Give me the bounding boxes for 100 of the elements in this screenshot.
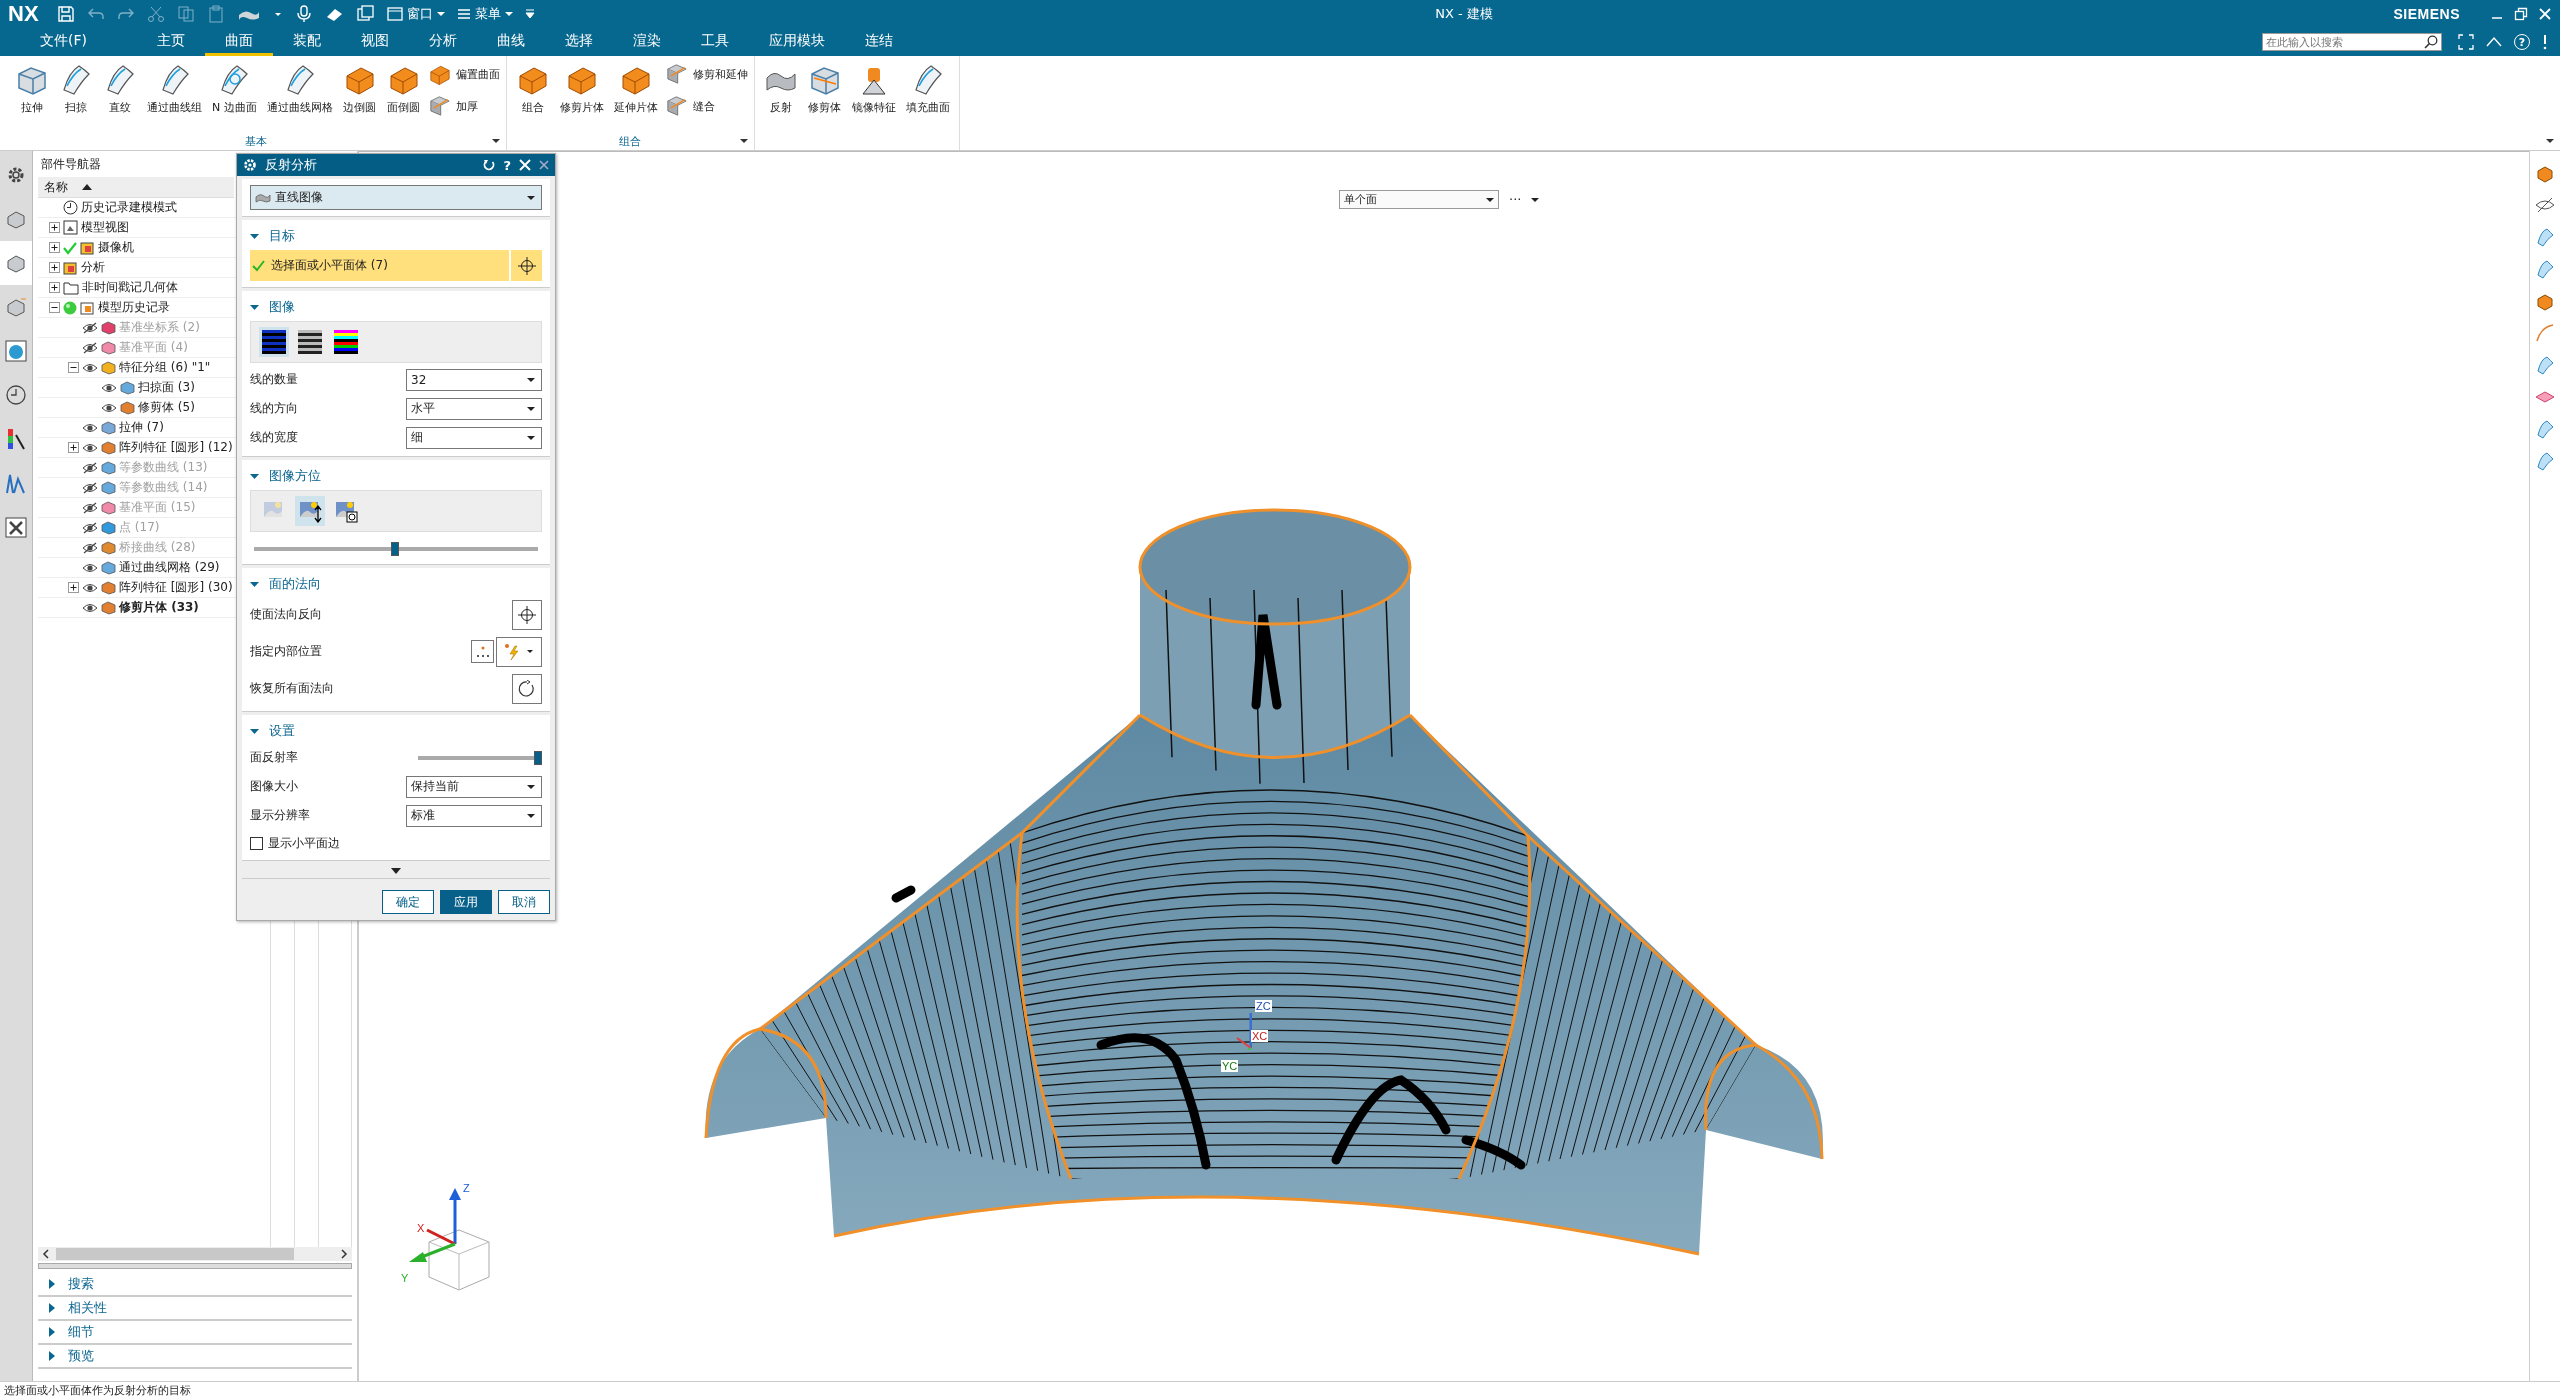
more-button[interactable]: ··· [1509,192,1522,207]
ribbon-button[interactable]: 缝合 [664,94,748,118]
dialog-button[interactable]: 取消 [498,890,550,914]
caret-icon[interactable] [1531,196,1540,203]
line-pattern-button[interactable] [295,327,325,357]
tree-item[interactable]: 拉伸 (7) [119,419,164,436]
collapse-arrow-icon[interactable] [250,303,259,311]
clock-icon[interactable] [4,383,28,407]
expand-toggle[interactable] [49,242,60,253]
ribbon-button[interactable]: 反射 [760,60,801,132]
ribbon-button[interactable]: 延伸片体 [610,60,661,132]
ribbon-button[interactable]: 加厚 [427,94,500,118]
panel-header[interactable]: 预览 [68,1347,94,1365]
panel-header[interactable]: 相关性 [68,1299,107,1317]
tree-item[interactable]: 特征分组 (6) "1" [119,359,211,376]
ribbon-button[interactable]: 修剪体 [804,60,845,132]
slider-thumb[interactable] [534,750,542,765]
tree-item[interactable]: 通过曲线网格 (29) [119,559,220,576]
ribbon-button[interactable]: 扫掠 [56,60,96,132]
sheet-icon[interactable] [2535,355,2555,375]
eye-icon[interactable] [101,401,117,414]
orientation-mode-button[interactable] [295,496,325,526]
ribbon-button[interactable]: 直纹 [100,60,140,132]
search-field[interactable]: 在此输入以搜索 [2262,33,2442,51]
hidden-eye-icon[interactable] [2535,195,2555,215]
menu-tab[interactable]: 渲染 [613,28,681,56]
ribbon-button[interactable]: 边倒圆 [339,60,380,132]
help-button[interactable]: ? [503,157,511,173]
menu-tab[interactable]: 连结 [845,28,913,56]
dialog-button[interactable]: 应用 [440,890,492,914]
hidden-eye-icon[interactable] [82,521,98,534]
section-header[interactable]: 设置 [269,722,295,740]
value-dropdown[interactable]: 水平 [406,397,542,420]
expand-arrow-icon[interactable] [48,1303,56,1313]
expand-toggle[interactable] [68,442,79,453]
expand-toggle[interactable] [49,262,60,273]
value-dropdown[interactable]: 保持当前 [406,775,542,798]
panel-header[interactable]: 细节 [68,1323,94,1341]
tree-item[interactable]: 摄像机 [98,239,134,256]
scroll-right-icon[interactable] [338,1248,350,1260]
collapse-arrow-icon[interactable] [250,472,259,480]
expand-toggle[interactable] [49,282,60,293]
expand-arrow-icon[interactable] [48,1351,56,1361]
ribbon-button[interactable]: 填充曲面 [902,60,953,132]
restore-icon[interactable] [2514,7,2528,21]
ribbon-button[interactable]: 偏置曲面 [427,62,500,86]
scroll-left-icon[interactable] [40,1248,52,1260]
menu-tab[interactable]: 装配 [273,28,341,56]
expand-toggle[interactable] [49,222,60,233]
windows-icon[interactable] [356,5,375,23]
hidden-eye-icon[interactable] [82,341,98,354]
face-filter-dropdown[interactable]: 单个面 [1339,190,1499,209]
checkbox-label[interactable]: 显示小平面边 [268,834,340,852]
caret-icon[interactable] [739,138,748,144]
hidden-eye-icon[interactable] [82,481,98,494]
section-header[interactable]: 面的法向 [269,575,321,593]
line-pattern-button[interactable] [259,327,289,357]
curve-icon[interactable] [2535,323,2555,343]
tree-item[interactable]: 修剪体 (5) [138,399,195,416]
value-dropdown[interactable]: 32 [406,368,542,391]
eye-icon[interactable] [82,421,98,434]
show-more-icon[interactable] [391,868,401,874]
feedback-icon[interactable] [2542,34,2548,50]
ribbon-button[interactable]: 修剪和延伸 [664,62,748,86]
caret-icon[interactable] [491,138,500,144]
inferred-point-button[interactable] [496,636,542,667]
hidden-eye-icon[interactable] [82,461,98,474]
tree-item[interactable]: 非时间戳记几何体 [82,279,178,296]
tree-item[interactable]: 模型历史记录 [98,299,170,316]
eye-icon[interactable] [82,361,98,374]
collapse-toggle[interactable] [68,362,79,373]
globe-icon[interactable] [4,339,28,363]
section-header[interactable]: 图像 [269,298,295,316]
close-icon[interactable] [539,160,549,170]
menu-tab[interactable]: 分析 [409,28,477,56]
ribbon-button[interactable]: 镜像特征 [848,60,899,132]
select-object-button[interactable] [511,250,542,281]
column-header[interactable]: 名称 [38,177,234,198]
menu-tab[interactable]: 工具 [681,28,749,56]
ribbon-button[interactable]: 拉伸 [12,60,52,132]
reset-normals-button[interactable] [512,673,542,704]
eye-icon[interactable] [82,561,98,574]
hidden-eye-icon[interactable] [82,321,98,334]
collapse-toggle[interactable] [49,302,60,313]
eye-icon[interactable] [82,581,98,594]
collapse-arrow-icon[interactable] [250,580,259,588]
type-dropdown[interactable]: 直线图像 [250,185,542,210]
menu-tab[interactable]: 应用模块 [749,28,845,56]
select-object-button[interactable] [512,599,542,630]
expand-arrow-icon[interactable] [48,1327,56,1337]
menu-tab[interactable]: 主页 [137,28,205,56]
microphone-icon[interactable] [294,5,313,23]
expand-arrow-icon[interactable] [48,1279,56,1289]
hidden-eye-icon[interactable] [82,501,98,514]
customize-icon[interactable] [524,8,535,20]
checkbox[interactable] [250,836,263,850]
menu-tab[interactable]: 视图 [341,28,409,56]
fullscreen-icon[interactable] [2458,34,2474,50]
save-icon[interactable] [56,5,75,23]
slider-thumb[interactable] [391,542,399,556]
